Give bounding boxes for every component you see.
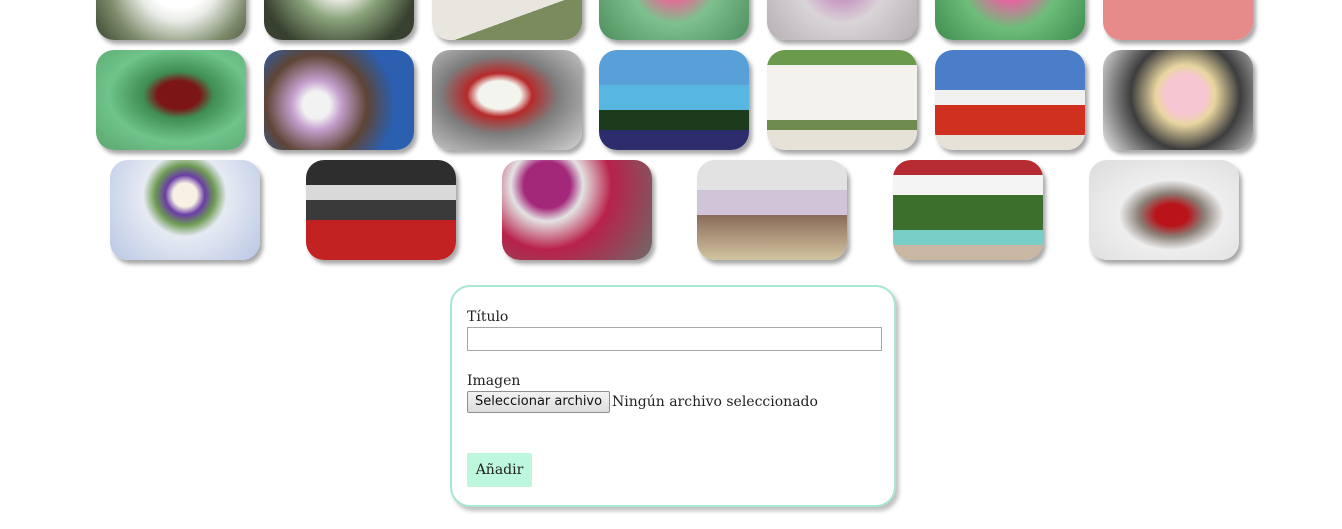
gallery-image-orchid-centerpiece[interactable]	[767, 0, 917, 40]
gallery-image-white-rose-bouquet[interactable]	[96, 0, 246, 40]
gallery-image-pink-bouquet[interactable]	[935, 0, 1085, 40]
gallery-image-candle-centerpiece[interactable]	[110, 160, 260, 260]
gallery-image-balloon-flower-arrangement[interactable]	[502, 160, 652, 260]
gallery-image-red-feather-bouquet[interactable]	[96, 50, 246, 150]
select-file-button[interactable]: Seleccionar archivo	[467, 391, 611, 413]
gallery-image-wedding-arch-garden[interactable]	[767, 50, 917, 150]
gallery-image-flower-shop-interior[interactable]	[697, 160, 847, 260]
gallery-image-white-flower-arrangement[interactable]	[264, 0, 414, 40]
gallery-image-blue-tree-garden[interactable]	[599, 50, 749, 150]
gallery-image-flower-wreath-door[interactable]	[264, 50, 414, 150]
gallery-image-white-rose-box[interactable]	[893, 160, 1043, 260]
add-button[interactable]: Añadir	[467, 453, 532, 487]
gallery-image-pink-rose-bouquet[interactable]	[1103, 50, 1253, 150]
upload-form: Título Imagen Seleccionar archivo Ningún…	[450, 285, 896, 507]
gallery-image-church-red-carpet[interactable]	[306, 160, 456, 260]
gallery-image-flower-table-arrangement[interactable]	[432, 0, 582, 40]
image-label: Imagen	[467, 373, 521, 389]
file-status-text: Ningún archivo seleccionado	[612, 394, 818, 410]
title-input[interactable]	[467, 327, 882, 351]
title-label: Título	[467, 309, 509, 325]
gallery-image-red-flower-vase[interactable]	[1089, 160, 1239, 260]
gallery-image-pink-flower-basket[interactable]	[599, 0, 749, 40]
gallery-image-rose-centerpiece[interactable]	[1103, 0, 1253, 40]
gallery-image-calla-lily-bouquet[interactable]	[432, 50, 582, 150]
gallery-image-red-carpet-aisle[interactable]	[935, 50, 1085, 150]
